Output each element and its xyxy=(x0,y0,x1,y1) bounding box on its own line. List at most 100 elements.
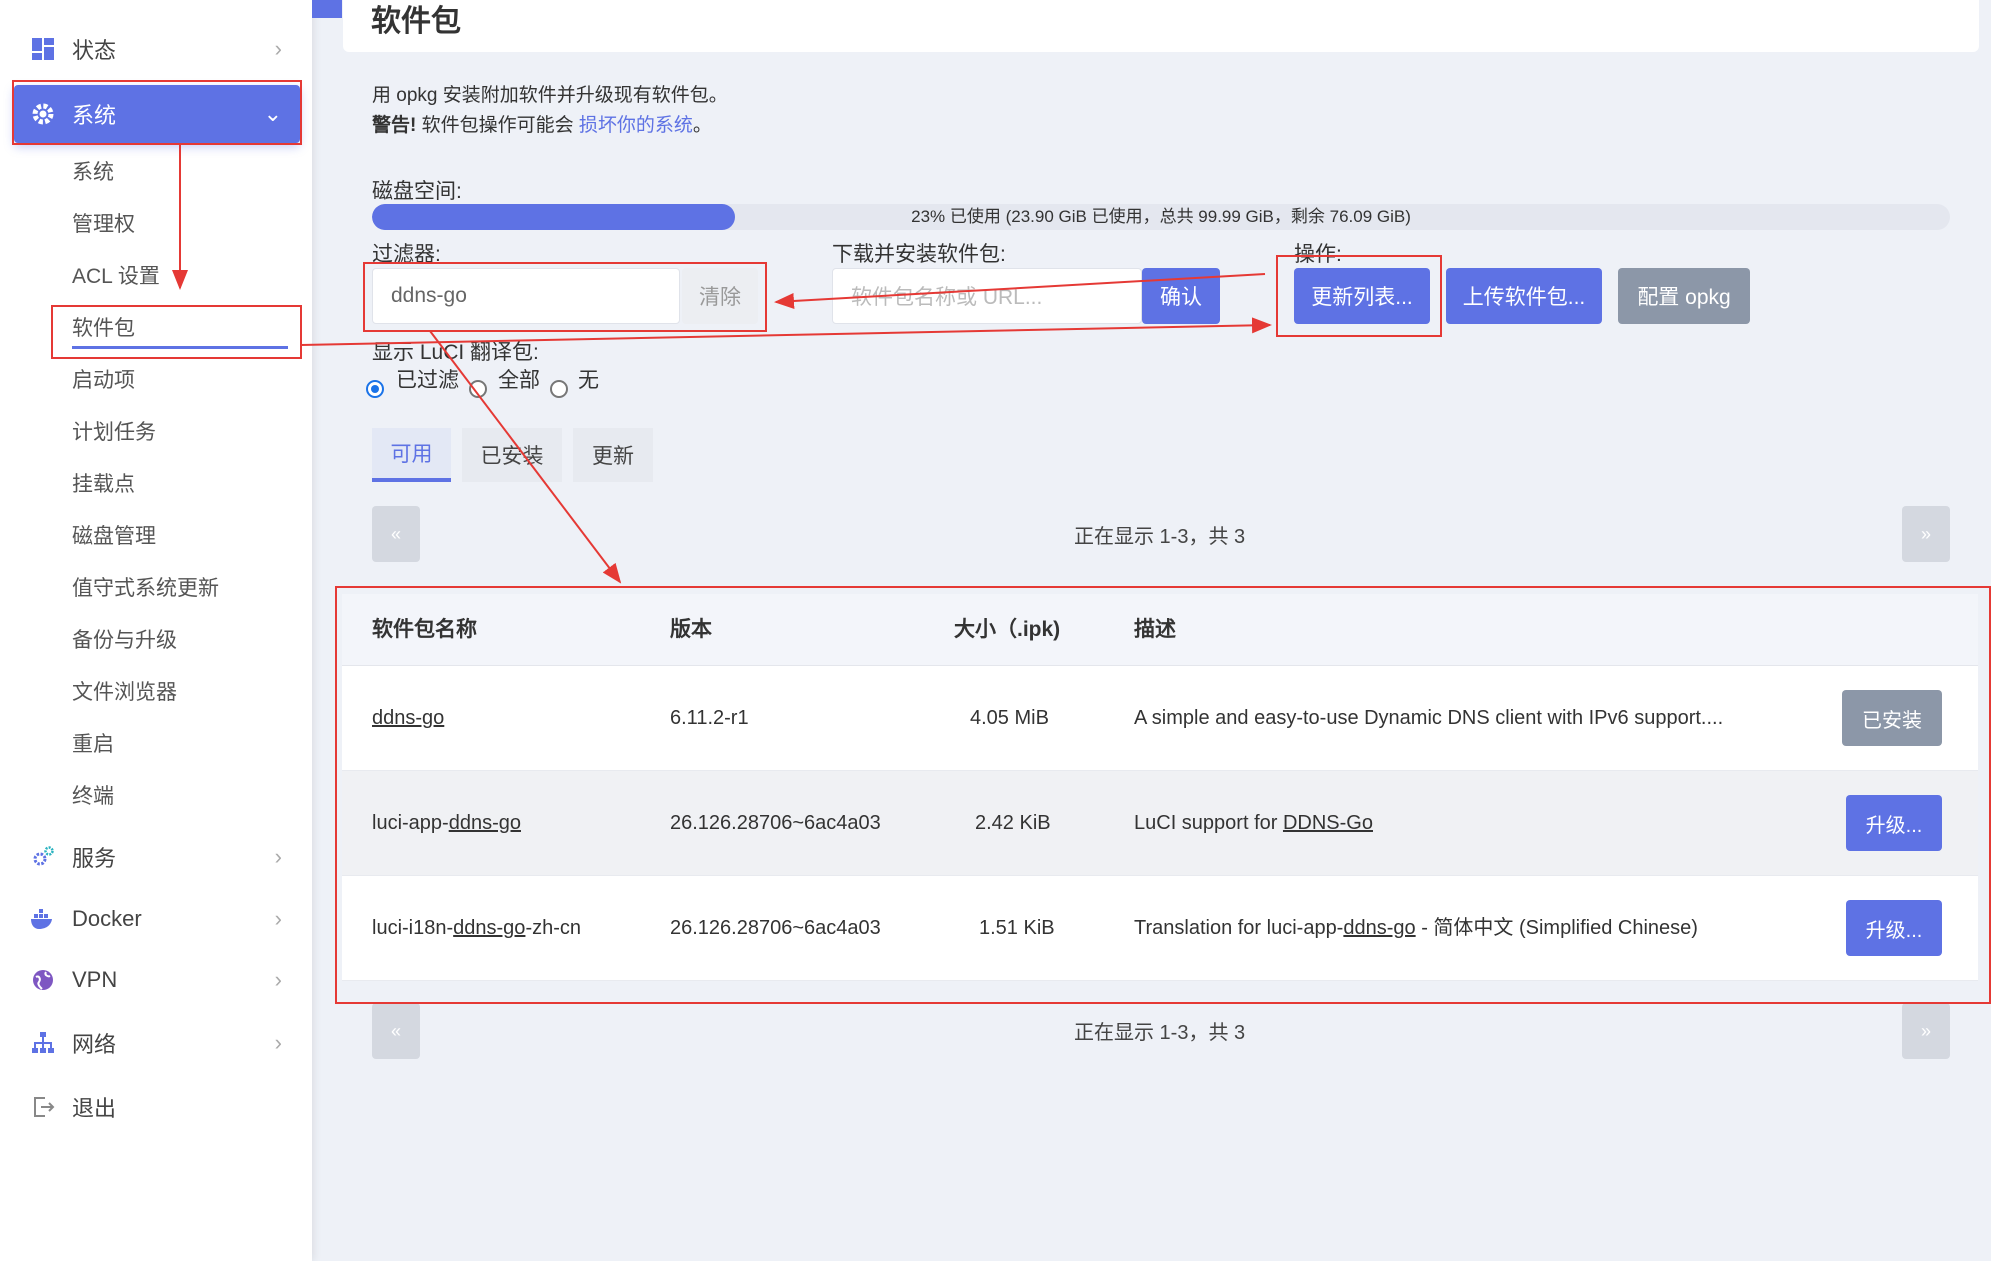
package-name-link[interactable]: ddns-go xyxy=(453,917,525,939)
sidebar-item-system[interactable]: 系统 xyxy=(72,153,114,193)
next-page-button-bottom[interactable]: » xyxy=(1902,1003,1950,1059)
radio-none-label: 无 xyxy=(578,369,599,392)
warning-body: 软件包操作可能会 xyxy=(416,115,579,136)
upgrade-button[interactable]: 升级... xyxy=(1846,795,1942,851)
package-url-input[interactable]: 软件包名称或 URL... xyxy=(832,268,1142,324)
sidebar-item-startup[interactable]: 启动项 xyxy=(72,361,135,401)
nav-system[interactable]: 系统 ⌄ xyxy=(14,85,300,143)
package-name-prefix: luci-app- xyxy=(372,812,449,834)
package-description: LuCI support for DDNS-Go xyxy=(1134,771,1373,876)
prev-page-button-bottom[interactable]: « xyxy=(372,1003,420,1059)
package-version: 26.126.28706~6ac4a03 xyxy=(670,812,881,834)
chevron-right-icon: › xyxy=(274,1030,282,1055)
col-desc-header: 描述 xyxy=(1134,618,1176,641)
nav-system-label: 系统 xyxy=(72,103,117,128)
warning-text: 警告! 软件包操作可能会 损坏你的系统。 xyxy=(372,110,712,137)
desc-prefix: Translation for luci-app- xyxy=(1134,917,1344,939)
nav-docker[interactable]: Docker › xyxy=(14,890,300,948)
package-name[interactable]: ddns-go xyxy=(372,666,444,771)
desc-suffix: - 简体中文 (Simplified Chinese) xyxy=(1415,917,1698,939)
chevron-right-icon: › xyxy=(274,844,282,869)
tab-updates[interactable]: 更新 xyxy=(573,428,653,482)
confirm-install-button[interactable]: 确认 xyxy=(1142,268,1220,324)
package-name: luci-app-ddns-go xyxy=(372,771,521,876)
sitemap-icon xyxy=(30,1030,56,1056)
nav-vpn[interactable]: VPN › xyxy=(14,951,300,1009)
desc-link[interactable]: ddns-go xyxy=(1343,917,1415,939)
docker-icon xyxy=(30,906,56,932)
table-row: luci-i18n-ddns-go-zh-cn 26.126.28706~6ac… xyxy=(342,876,1978,981)
disk-progress-bar: 23% 已使用 (23.90 GiB 已使用，总共 99.99 GiB，剩余 7… xyxy=(372,204,1950,230)
radio-filtered[interactable] xyxy=(366,380,384,398)
sidebar-item-filebrowser[interactable]: 文件浏览器 xyxy=(72,673,177,713)
disk-space-label: 磁盘空间: xyxy=(372,180,462,203)
package-name-prefix: luci-i18n- xyxy=(372,917,454,939)
package-description: A simple and easy-to-use Dynamic DNS cli… xyxy=(1134,707,1724,729)
configure-opkg-button[interactable]: 配置 opkg xyxy=(1618,268,1750,324)
tab-installed[interactable]: 已安装 xyxy=(462,428,562,482)
pager-text-top: 正在显示 1-3，共 3 xyxy=(1074,526,1246,548)
filter-label: 过滤器: xyxy=(372,243,441,266)
gear-icon xyxy=(30,101,56,127)
nav-services[interactable]: 服务 › xyxy=(14,828,300,886)
col-version-header: 版本 xyxy=(670,618,712,641)
package-description: Translation for luci-app-ddns-go - 简体中文 … xyxy=(1134,876,1698,981)
package-name-link[interactable]: ddns-go xyxy=(449,812,521,834)
package-size: 4.05 MiB xyxy=(970,707,1049,729)
table-row: luci-app-ddns-go 26.126.28706~6ac4a03 2.… xyxy=(342,771,1978,876)
update-lists-button[interactable]: 更新列表... xyxy=(1294,268,1430,324)
title-card: 软件包 xyxy=(343,0,1979,52)
clear-filter-button[interactable]: 清除 xyxy=(682,268,758,324)
luci-translation-label: 显示 LuCI 翻译包: xyxy=(372,341,539,364)
radio-all[interactable] xyxy=(469,380,487,398)
table-row: ddns-go 6.11.2-r1 4.05 MiB A simple and … xyxy=(342,666,1978,771)
radio-none[interactable] xyxy=(550,380,568,398)
upgrade-button[interactable]: 升级... xyxy=(1846,900,1942,956)
package-name-link[interactable]: ddns-go xyxy=(372,707,444,729)
actions-label: 操作: xyxy=(1294,243,1342,266)
package-size: 1.51 KiB xyxy=(979,917,1055,939)
sidebar-item-disk[interactable]: 磁盘管理 xyxy=(72,517,156,557)
next-page-button-top[interactable]: » xyxy=(1902,506,1950,562)
sidebar-item-admin[interactable]: 管理权 xyxy=(72,205,135,245)
sidebar-item-acl[interactable]: ACL 设置 xyxy=(72,257,160,297)
package-name: luci-i18n-ddns-go-zh-cn xyxy=(372,876,581,981)
nav-services-label: 服务 xyxy=(72,846,117,871)
upload-package-button[interactable]: 上传软件包... xyxy=(1446,268,1602,324)
globe-icon xyxy=(30,967,56,993)
col-name-header: 软件包名称 xyxy=(372,618,477,641)
nav-vpn-label: VPN xyxy=(72,967,118,992)
desc-link[interactable]: DDNS-Go xyxy=(1283,812,1373,834)
sidebar-item-attended-sysupgrade[interactable]: 值守式系统更新 xyxy=(72,569,219,609)
sidebar: 状态 › 系统 ⌄ 系统 管理权 ACL 设置 软件包 启动项 计划任务 挂载点… xyxy=(0,0,312,1261)
installed-button[interactable]: 已安装 xyxy=(1842,690,1942,746)
warning-link[interactable]: 损坏你的系统 xyxy=(579,115,693,136)
nav-docker-label: Docker xyxy=(72,906,142,931)
package-version: 26.126.28706~6ac4a03 xyxy=(670,917,881,939)
sidebar-item-reboot[interactable]: 重启 xyxy=(72,725,114,765)
prev-page-button-top[interactable]: « xyxy=(372,506,420,562)
sidebar-item-mounts[interactable]: 挂载点 xyxy=(72,465,135,505)
warning-prefix: 警告! xyxy=(372,115,417,136)
nav-status[interactable]: 状态 › xyxy=(14,20,300,78)
radio-all-label: 全部 xyxy=(498,369,540,392)
disk-progress-text: 23% 已使用 (23.90 GiB 已使用，总共 99.99 GiB，剩余 7… xyxy=(911,207,1411,226)
sidebar-item-backup[interactable]: 备份与升级 xyxy=(72,621,177,661)
package-size: 2.42 KiB xyxy=(975,812,1051,834)
col-size-header: 大小（.ipk) xyxy=(954,618,1061,641)
nav-status-label: 状态 xyxy=(72,38,117,63)
sidebar-item-terminal[interactable]: 终端 xyxy=(72,777,114,817)
gears-icon xyxy=(30,844,56,870)
page-title: 软件包 xyxy=(371,5,461,38)
sidebar-item-software[interactable]: 软件包 xyxy=(72,309,288,349)
filter-input[interactable]: ddns-go xyxy=(372,268,680,324)
download-label: 下载并安装软件包: xyxy=(832,243,1006,266)
tab-available[interactable]: 可用 xyxy=(372,428,451,482)
sidebar-item-crontab[interactable]: 计划任务 xyxy=(72,413,156,453)
logout-icon xyxy=(30,1094,56,1120)
packages-table: 软件包名称 版本 大小（.ipk) 描述 ddns-go 6.11.2-r1 4… xyxy=(342,594,1978,981)
header-accent xyxy=(312,0,342,18)
package-version: 6.11.2-r1 xyxy=(670,707,749,729)
nav-network[interactable]: 网络 › xyxy=(14,1014,300,1072)
nav-logout[interactable]: 退出 xyxy=(14,1078,300,1136)
